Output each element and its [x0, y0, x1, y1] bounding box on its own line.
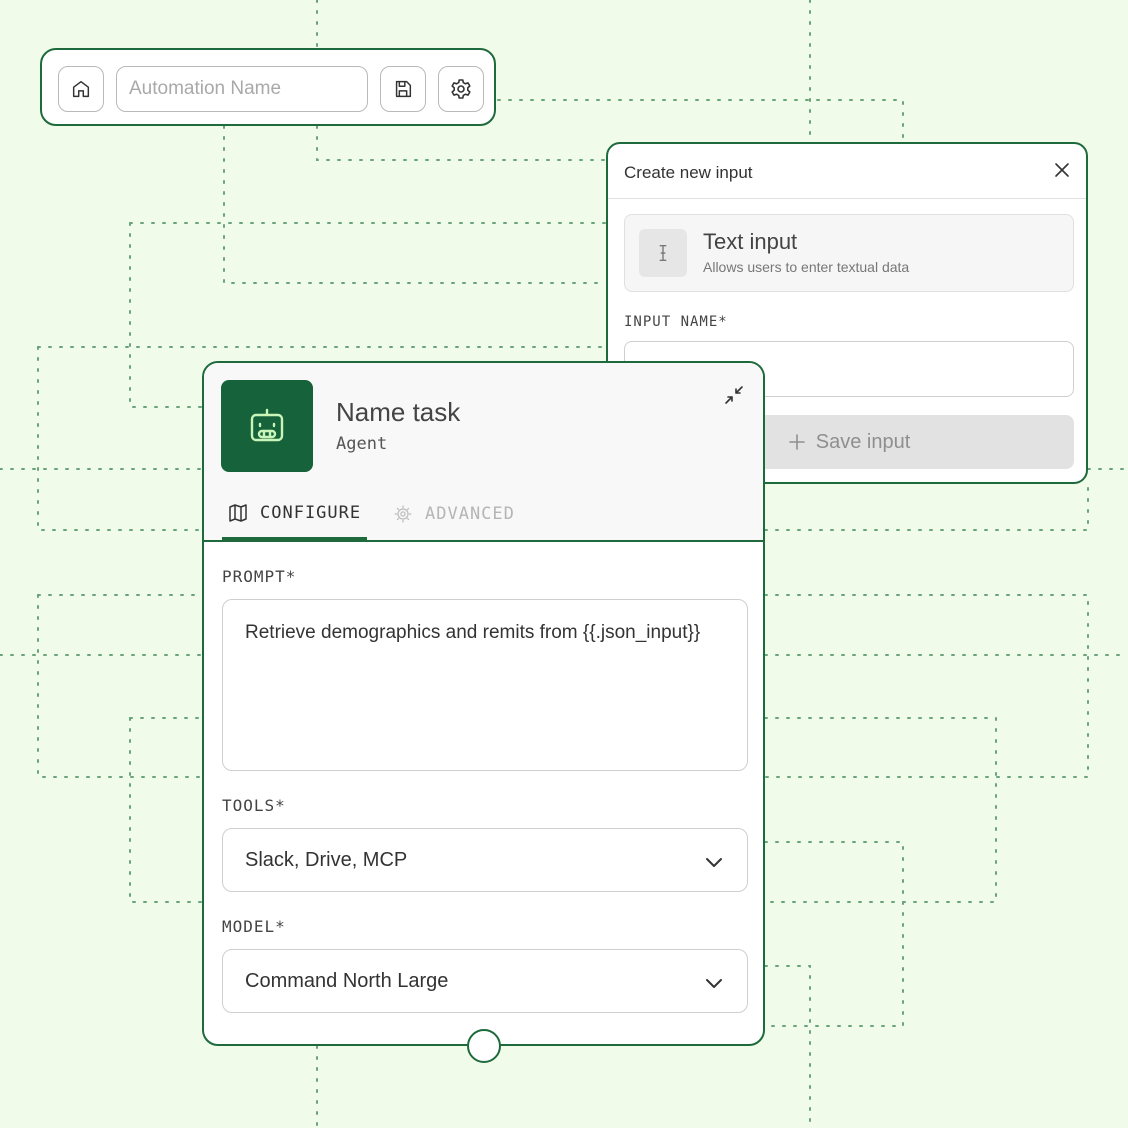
settings-button[interactable] — [438, 66, 484, 112]
prompt-textarea[interactable]: Retrieve demographics and remits from {{… — [222, 599, 748, 771]
tab-advanced-label: ADVANCED — [425, 503, 515, 524]
model-label: MODEL* — [222, 917, 286, 936]
close-icon[interactable] — [1052, 160, 1072, 180]
collapse-icon[interactable] — [723, 384, 745, 406]
output-connector-handle[interactable] — [467, 1029, 501, 1063]
task-card: Name task Agent CONFIGURE ADVANCED PROMP… — [202, 361, 765, 1046]
task-type: Agent — [336, 434, 388, 454]
robot-icon — [250, 408, 284, 442]
tools-label: TOOLS* — [222, 796, 286, 815]
input-type-description: Allows users to enter textual data — [703, 259, 910, 275]
plus-icon — [788, 434, 805, 450]
prompt-label: PROMPT* — [222, 567, 297, 586]
gear-icon — [394, 505, 412, 522]
save-input-label: Save input — [815, 430, 911, 453]
text-input-type-card[interactable]: Text input Allows users to enter textual… — [624, 214, 1074, 292]
tools-value: Slack, Drive, MCP — [245, 849, 408, 871]
model-select[interactable]: Command North Large — [222, 949, 748, 1013]
chevron-down-icon — [706, 858, 722, 867]
task-card-header: Name task Agent CONFIGURE ADVANCED — [204, 363, 763, 542]
tab-advanced[interactable]: ADVANCED — [387, 489, 521, 538]
tools-select[interactable]: Slack, Drive, MCP — [222, 828, 748, 892]
tab-configure-label: CONFIGURE — [260, 503, 362, 523]
home-button[interactable] — [58, 66, 104, 112]
input-name-label: INPUT NAME* — [624, 314, 728, 330]
task-title: Name task — [336, 397, 461, 427]
automation-toolbar — [40, 48, 496, 126]
gear-icon — [451, 79, 471, 99]
save-button[interactable] — [380, 66, 426, 112]
text-cursor-icon — [639, 229, 687, 277]
panel-title: Create new input — [624, 163, 753, 182]
input-type-title: Text input — [703, 229, 798, 254]
chevron-down-icon — [706, 979, 722, 988]
map-icon — [229, 504, 247, 522]
save-icon — [395, 80, 412, 98]
automation-name-input[interactable] — [116, 66, 368, 112]
model-value: Command North Large — [245, 970, 449, 992]
tab-configure[interactable]: CONFIGURE — [222, 489, 368, 540]
panel-header: Create new input — [608, 144, 1086, 199]
home-icon — [72, 80, 90, 98]
agent-avatar — [221, 380, 313, 472]
